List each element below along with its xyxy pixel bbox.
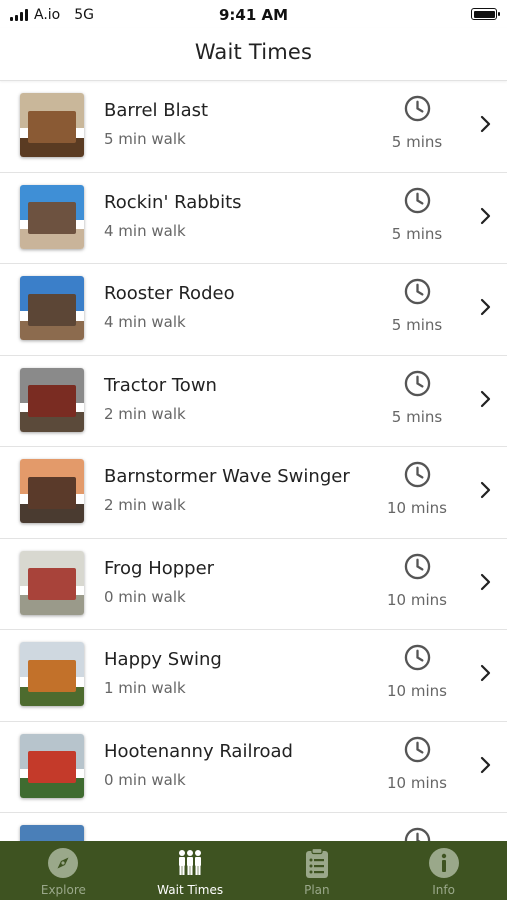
clock-icon	[404, 370, 431, 396]
walk-time: 1 min walk	[104, 679, 186, 697]
ride-thumbnail	[20, 642, 84, 706]
ride-row[interactable]: Rooster Rodeo 4 min walk 5 mins	[0, 264, 507, 356]
ride-row-partial[interactable]	[0, 813, 507, 841]
chevron-right-icon[interactable]	[478, 572, 492, 592]
ride-row[interactable]: Happy Swing 1 min walk 10 mins	[0, 630, 507, 722]
nav-header: Wait Times	[0, 28, 507, 81]
ride-thumbnail	[20, 825, 84, 841]
ride-name: Barrel Blast	[104, 100, 209, 121]
tab-bar: Explore Wait Times Plan Info	[0, 841, 507, 900]
clipboard-icon	[305, 847, 328, 878]
tab-explore[interactable]: Explore	[0, 841, 127, 900]
people-icon	[179, 850, 202, 875]
ride-name: Happy Swing	[104, 649, 222, 670]
clock-icon	[404, 644, 431, 671]
chevron-right-icon[interactable]	[478, 755, 492, 775]
ride-thumbnail	[20, 184, 84, 249]
ride-name: Hootenanny Railroad	[104, 740, 293, 762]
chevron-right-icon[interactable]	[478, 114, 492, 134]
walk-time: 0 min walk	[104, 770, 186, 789]
clock-icon	[404, 736, 431, 762]
ride-thumbnail	[20, 276, 84, 340]
ride-thumbnail	[20, 459, 84, 523]
ride-row[interactable]: Tractor Town 2 min walk 5 mins	[0, 356, 507, 447]
wait-time: 10 mins	[387, 499, 447, 517]
clock-icon	[404, 553, 431, 579]
ride-name: Rockin' Rabbits	[104, 191, 242, 213]
compass-icon	[48, 848, 79, 878]
tab-wait-times[interactable]: Wait Times	[127, 841, 254, 900]
wait-time: 5 mins	[391, 224, 443, 243]
ride-row[interactable]: Hootenanny Railroad 0 min walk 10 mins	[0, 722, 507, 813]
ride-name: Tractor Town	[104, 374, 217, 396]
walk-time: 4 min walk	[104, 221, 186, 240]
walk-time: 2 min walk	[104, 496, 186, 514]
wait-time: 10 mins	[387, 773, 447, 792]
tab-label: Plan	[304, 883, 330, 897]
clock-icon	[404, 95, 431, 122]
wait-time: 10 mins	[387, 590, 447, 609]
page-title: Wait Times	[194, 40, 313, 64]
ride-thumbnail	[20, 733, 84, 798]
clock-icon	[404, 827, 431, 841]
info-icon	[428, 848, 459, 878]
ride-row[interactable]: Frog Hopper 0 min walk 10 mins	[0, 539, 507, 630]
ride-name: Frog Hopper	[104, 557, 215, 579]
ride-name: Rooster Rodeo	[104, 283, 235, 304]
wait-time: 5 mins	[391, 316, 443, 334]
walk-time: 5 min walk	[104, 130, 186, 148]
chevron-right-icon[interactable]	[478, 206, 492, 226]
wait-time: 10 mins	[387, 682, 447, 700]
wait-time: 5 mins	[391, 133, 443, 151]
status-time: 9:41 AM	[218, 6, 289, 24]
battery-icon	[471, 8, 500, 20]
walk-time: 2 min walk	[104, 404, 186, 423]
tab-plan[interactable]: Plan	[254, 841, 381, 900]
ride-name: Barnstormer Wave Swinger	[104, 466, 350, 487]
walk-time: 4 min walk	[104, 313, 186, 331]
chevron-right-icon[interactable]	[478, 297, 492, 317]
ride-row[interactable]: Rockin' Rabbits 4 min walk 5 mins	[0, 173, 507, 264]
tab-info[interactable]: Info	[380, 841, 507, 900]
ride-thumbnail	[20, 93, 84, 157]
chevron-right-icon[interactable]	[478, 389, 492, 409]
tab-label: Wait Times	[157, 883, 224, 897]
wait-time: 5 mins	[391, 407, 443, 426]
walk-time: 0 min walk	[104, 587, 186, 606]
clock-icon	[404, 278, 431, 305]
tab-label: Info	[432, 883, 455, 897]
status-bar: A.io 5G 9:41 AM	[0, 0, 507, 28]
ride-list[interactable]: Barrel Blast 5 min walk 5 mins Rockin' R…	[0, 81, 507, 841]
ride-row[interactable]: Barnstormer Wave Swinger 2 min walk 10 m…	[0, 447, 507, 539]
clock-icon	[404, 187, 431, 213]
chevron-right-icon[interactable]	[478, 480, 492, 500]
ride-row[interactable]: Barrel Blast 5 min walk 5 mins	[0, 81, 507, 173]
tab-label: Explore	[40, 883, 86, 897]
clock-icon	[404, 461, 431, 488]
chevron-right-icon[interactable]	[478, 663, 492, 683]
ride-thumbnail	[20, 367, 84, 432]
ride-thumbnail	[20, 550, 84, 615]
